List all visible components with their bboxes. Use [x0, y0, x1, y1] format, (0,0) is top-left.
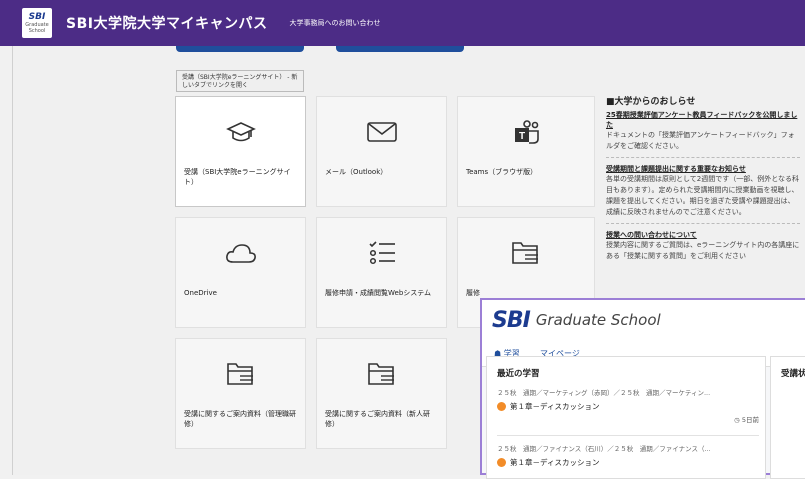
logo-main-text: SBI [28, 11, 46, 22]
top-button-1[interactable] [176, 46, 304, 52]
tile-teams[interactable]: T Teams（ブラウザ版） [457, 96, 595, 207]
link-tooltip: 受講（SBI大学院eラーニングサイト） - 新しいタブでリンクを開く [176, 70, 304, 92]
tile-onedrive[interactable]: OneDrive [175, 217, 306, 328]
tile-registration[interactable]: 履修申請・成績閲覧Webシステム [316, 217, 447, 328]
tile-label: 受講に関するご案内資料（管理職研修） [184, 410, 296, 428]
discussion-icon [497, 458, 506, 467]
logo-sub-text: Graduate School [25, 21, 49, 34]
tile-label: メール（Outlook） [325, 168, 388, 176]
tile-guide-management[interactable]: 受講に関するご案内資料（管理職研修） [175, 338, 306, 449]
time-label: 5日前 [741, 416, 759, 424]
elearning-window: SBI Graduate School ☗ 学習 マイページ 最近の学習 ２５秋… [480, 298, 805, 479]
topic-label: 第１章－ディスカッション [510, 402, 600, 411]
topic: 第１章－ディスカッション [497, 457, 759, 468]
contact-link[interactable]: 大学事務局へのお問い合わせ [289, 18, 380, 28]
divider [606, 223, 800, 224]
sbi-logo[interactable]: SBI Graduate School [22, 8, 52, 38]
course-path: ２５秋 通期／マーケティング（赤岡）／２５秋 通期／マーケティン... [497, 389, 711, 397]
site-title[interactable]: SBI大学院大学マイキャンパス [66, 13, 267, 33]
tile-label: Teams（ブラウザ版） [466, 168, 538, 176]
news-link[interactable]: 25春期授業評価アンケート教員フィードバックを公開しました [606, 110, 800, 130]
enrollment-status-card: 受講状 [770, 356, 805, 479]
news-heading: ■大学からのおしらせ [606, 97, 696, 107]
teams-icon: T [458, 97, 594, 167]
tile-label: 受講（SBI大学院eラーニングサイト） [184, 168, 291, 186]
news-link[interactable]: 受講期間と課題提出に関する重要なお知らせ [606, 164, 800, 174]
news-body: 授業内容に関するご質問は、eラーニングサイト内の各講座にある「授業に関する質問」… [606, 241, 800, 260]
overlay-logo-subtitle: Graduate School [535, 311, 661, 329]
timestamp: ◷ 5日前 [734, 416, 759, 424]
tile-label: 履修 [466, 289, 480, 297]
mail-icon [317, 97, 446, 167]
overlay-logo[interactable]: SBI [492, 308, 531, 333]
graduation-cap-icon [176, 97, 305, 167]
card-title: 最近の学習 [497, 369, 540, 379]
tile-label: OneDrive [184, 289, 217, 297]
top-navigation-bar: SBI Graduate School SBI大学院大学マイキャンパス 大学事務… [0, 0, 805, 46]
news-panel: ■大学からのおしらせ 25春期授業評価アンケート教員フィードバックを公開しました… [606, 94, 800, 262]
course-path: ２５秋 通期／ファイナンス（石川）／２５秋 通期／ファイナンス（... [497, 445, 711, 453]
recent-learning-card: 最近の学習 ２５秋 通期／マーケティング（赤岡）／２５秋 通期／マーケティン..… [486, 356, 766, 479]
folder-icon [458, 218, 594, 288]
cloud-icon [176, 218, 305, 288]
folder-icon [317, 339, 446, 409]
topic: 第１章－ディスカッション [497, 401, 759, 412]
card-title: 受講状 [781, 369, 805, 379]
tile-label: 受講に関するご案内資料（新人研修） [325, 410, 430, 428]
tile-mail[interactable]: メール（Outlook） [316, 96, 447, 207]
discussion-icon [497, 402, 506, 411]
folder-icon [176, 339, 305, 409]
divider [606, 157, 800, 158]
list-item[interactable]: ２５秋 通期／マーケティング（赤岡）／２５秋 通期／マーケティン... 第１章－… [497, 387, 759, 424]
news-body: 各単の受講期間は原則として2週間です（一部、例外となる科目もあります）。定められ… [606, 175, 800, 216]
svg-text:T: T [519, 131, 525, 142]
list-icon [317, 218, 446, 288]
tile-elearning[interactable]: 受講（SBI大学院eラーニングサイト） [175, 96, 306, 207]
divider [497, 435, 759, 436]
top-button-2[interactable] [336, 46, 464, 52]
topic-label: 第１章－ディスカッション [510, 458, 600, 467]
tile-guide-newhire[interactable]: 受講に関するご案内資料（新人研修） [316, 338, 447, 449]
list-item[interactable]: ２５秋 通期／ファイナンス（石川）／２５秋 通期／ファイナンス（... 第１章－… [497, 443, 759, 468]
tile-label: 履修申請・成績閲覧Webシステム [325, 289, 432, 297]
news-link[interactable]: 授業への問い合わせについて [606, 230, 800, 240]
news-body: ドキュメントの「授業評価アンケートフィードバック」フォルダをご確認ください。 [606, 131, 795, 150]
overlay-header: SBI Graduate School [482, 300, 805, 340]
